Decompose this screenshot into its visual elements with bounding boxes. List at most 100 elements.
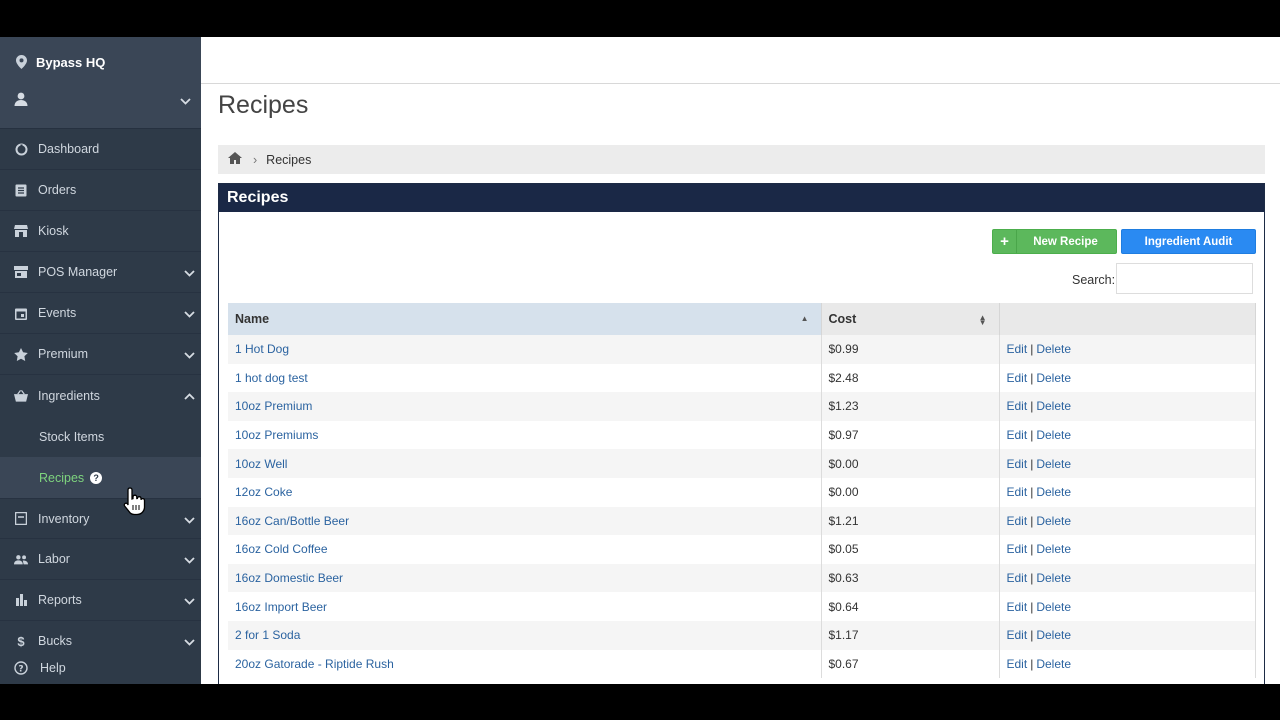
question-icon[interactable]: ? [90,471,103,484]
sidebar-item-inventory[interactable]: Inventory [0,498,201,539]
sidebar: Bypass HQ Dashboard Orders Kiosk POS Man… [0,37,201,684]
edit-link[interactable]: Edit [1007,457,1028,471]
sidebar-help[interactable]: ? Help [0,652,201,684]
recipe-name-link[interactable]: 1 Hot Dog [235,342,289,356]
table-row: 12oz Coke $0.00 Edit | Delete [228,477,1256,507]
delete-link[interactable]: Delete [1036,485,1071,499]
recipe-name-link[interactable]: 16oz Import Beer [235,600,327,614]
edit-link[interactable]: Edit [1007,542,1028,556]
recipe-name-link[interactable]: 1 hot dog test [235,371,308,385]
sort-both-icon: ▲ ▼ [978,313,987,327]
delete-link[interactable]: Delete [1036,600,1071,614]
recipe-cost-cell: $2.48 [821,363,1000,393]
recipe-actions-cell: Edit | Delete [999,477,1256,507]
recipe-actions-cell: Edit | Delete [999,449,1256,478]
edit-link[interactable]: Edit [1007,428,1028,442]
edit-link[interactable]: Edit [1007,628,1028,642]
action-separator: | [1030,571,1034,586]
edit-link[interactable]: Edit [1007,600,1028,614]
recipe-actions-cell: Edit | Delete [999,592,1256,621]
delete-link[interactable]: Delete [1036,428,1071,442]
sidebar-item-ingredients[interactable]: Ingredients [0,375,201,416]
search-input[interactable] [1116,263,1253,294]
delete-link[interactable]: Delete [1036,457,1071,471]
edit-link[interactable]: Edit [1007,485,1028,499]
ingredient-audit-button[interactable]: Ingredient Audit [1121,229,1256,254]
sidebar-item-label: Reports [38,593,82,607]
sidebar-item-label: Orders [38,183,77,197]
recipe-name-cell: 16oz Can/Bottle Beer [228,506,822,536]
recipe-actions-cell: Edit | Delete [999,335,1256,364]
delete-link[interactable]: Delete [1036,628,1071,642]
calendar-icon [14,307,28,320]
table-row: 10oz Premium $1.23 Edit | Delete [228,392,1256,421]
sidebar-item-dashboard[interactable]: Dashboard [0,129,201,170]
recipe-name-link[interactable]: 2 for 1 Soda [235,628,300,642]
recipe-cost-cell: $1.21 [821,506,1000,536]
recipe-actions-cell: Edit | Delete [999,420,1256,450]
svg-text:?: ? [18,665,23,675]
recipe-name-link[interactable]: 20oz Gatorade - Riptide Rush [235,657,394,671]
recipe-actions-cell: Edit | Delete [999,563,1256,593]
delete-link[interactable]: Delete [1036,399,1071,413]
delete-link[interactable]: Delete [1036,542,1071,556]
recipes-panel: Recipes + New Recipe Ingredient Audit Se… [218,183,1265,684]
page-title: Recipes [218,91,309,119]
ingredient-audit-label: Ingredient Audit [1144,235,1233,248]
sidebar-subitem-stock-items[interactable]: Stock Items [0,416,201,457]
delete-link[interactable]: Delete [1036,514,1071,528]
recipe-actions-cell: Edit | Delete [999,506,1256,536]
location-selector[interactable]: Bypass HQ [0,37,201,87]
delete-link[interactable]: Delete [1036,342,1071,356]
sidebar-item-label: POS Manager [38,265,118,279]
sidebar-item-premium[interactable]: Premium [0,334,201,375]
recipe-cost-cell: $0.99 [821,335,1000,364]
recipe-name-cell: 2 for 1 Soda [228,620,822,650]
recipe-name-link[interactable]: 10oz Premiums [235,428,318,442]
edit-link[interactable]: Edit [1007,371,1028,385]
sidebar-item-pos-manager[interactable]: POS Manager [0,252,201,293]
column-header-cost[interactable]: Cost ▲ ▼ [821,303,1000,335]
action-separator: | [1030,542,1034,557]
plus-icon: + [993,230,1017,253]
edit-link[interactable]: Edit [1007,657,1028,671]
action-separator: | [1030,628,1034,643]
sidebar-item-orders[interactable]: Orders [0,170,201,211]
help-circle-icon: ? [14,661,28,675]
user-icon [14,92,28,111]
edit-link[interactable]: Edit [1007,514,1028,528]
edit-link[interactable]: Edit [1007,571,1028,585]
home-icon[interactable] [228,152,242,167]
sidebar-subitem-recipes[interactable]: Recipes ? [0,457,201,498]
sidebar-item-kiosk[interactable]: Kiosk [0,211,201,252]
recipe-name-link[interactable]: 16oz Domestic Beer [235,571,343,585]
sidebar-item-events[interactable]: Events [0,293,201,334]
chevron-down-icon [184,307,195,321]
recipe-name-link[interactable]: 12oz Coke [235,485,292,499]
action-separator: | [1030,485,1034,500]
sidebar-item-label: Labor [38,552,70,566]
edit-link[interactable]: Edit [1007,399,1028,413]
recipe-name-link[interactable]: 16oz Can/Bottle Beer [235,514,349,528]
delete-link[interactable]: Delete [1036,657,1071,671]
star-icon [14,347,28,361]
action-separator: | [1030,599,1034,614]
user-menu[interactable] [0,87,201,115]
sidebar-item-reports[interactable]: Reports [0,580,201,621]
app-window: Bypass HQ Dashboard Orders Kiosk POS Man… [0,37,1280,684]
action-separator: | [1030,456,1034,471]
column-header-name[interactable]: Name ▲ [228,303,822,335]
basket-icon [14,389,28,402]
recipe-name-link[interactable]: 10oz Premium [235,399,312,413]
recipe-name-link[interactable]: 10oz Well [235,457,287,471]
chevron-up-icon [184,389,195,403]
delete-link[interactable]: Delete [1036,571,1071,585]
edit-link[interactable]: Edit [1007,342,1028,356]
sidebar-item-labor[interactable]: Labor [0,539,201,580]
table-row: 16oz Domestic Beer $0.63 Edit | Delete [228,563,1256,593]
recipe-name-link[interactable]: 16oz Cold Coffee [235,542,328,556]
table-row: 10oz Well $0.00 Edit | Delete [228,449,1256,478]
delete-link[interactable]: Delete [1036,371,1071,385]
new-recipe-button[interactable]: + New Recipe [992,229,1117,254]
hand-cursor-icon [122,486,148,521]
